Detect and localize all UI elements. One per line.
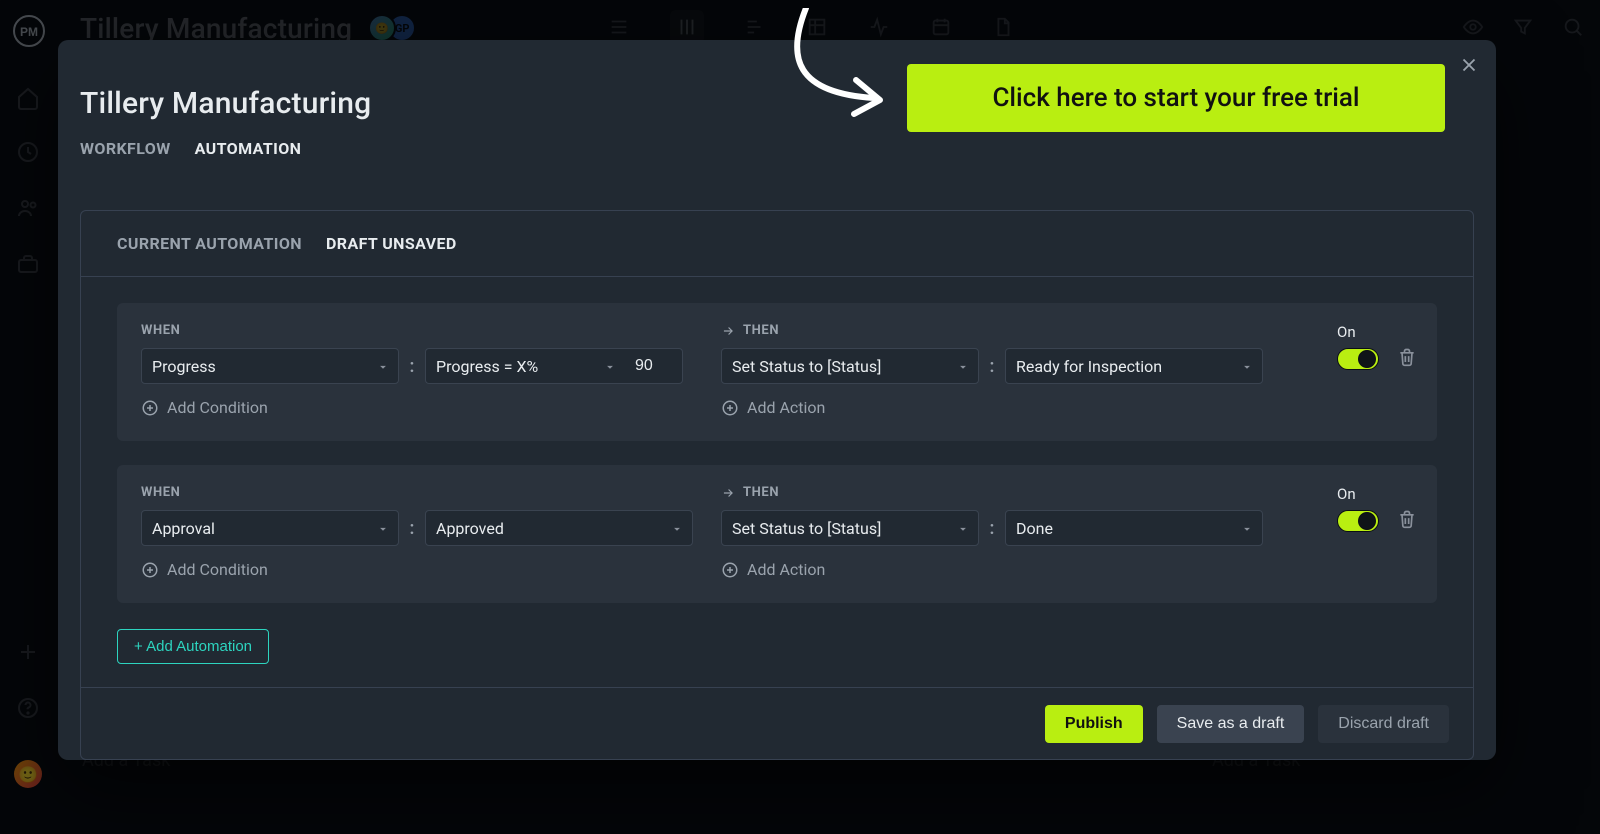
when-field-value: Approval <box>152 519 215 538</box>
then-action-value: Set Status to [Status] <box>732 357 881 376</box>
separator: : <box>407 356 417 377</box>
separator: : <box>407 518 417 539</box>
when-operator-value: Progress = X% <box>436 357 538 376</box>
add-action-button[interactable]: Add Action <box>721 398 1301 417</box>
automation-dialog: Tillery Manufacturing WORKFLOW AUTOMATIO… <box>58 40 1496 760</box>
automation-rule: WHEN Approval : Approved <box>117 465 1437 603</box>
enabled-toggle[interactable] <box>1337 348 1379 370</box>
chevron-down-icon <box>376 359 390 373</box>
tab-workflow[interactable]: WORKFLOW <box>80 139 171 158</box>
dialog-tabs: WORKFLOW AUTOMATION <box>80 139 1496 158</box>
then-value-select[interactable]: Done <box>1005 510 1263 546</box>
then-action-select[interactable]: Set Status to [Status] <box>721 348 979 384</box>
chevron-down-icon <box>1240 359 1254 373</box>
add-condition-button[interactable]: Add Condition <box>141 398 721 417</box>
add-condition-label: Add Condition <box>167 560 268 579</box>
close-icon[interactable] <box>1458 54 1480 76</box>
chevron-down-icon <box>1240 521 1254 535</box>
then-section-label: THEN <box>721 485 1301 500</box>
automation-panel: CURRENT AUTOMATION DRAFT UNSAVED WHEN Pr… <box>80 210 1474 760</box>
then-section-label: THEN <box>721 323 1301 338</box>
separator: : <box>987 518 997 539</box>
when-value-input[interactable] <box>625 348 683 384</box>
tab-automation[interactable]: AUTOMATION <box>195 139 302 158</box>
then-value-value: Done <box>1016 519 1053 538</box>
chevron-down-icon <box>670 521 684 535</box>
when-operator-select[interactable]: Approved <box>425 510 693 546</box>
delete-rule-button[interactable] <box>1397 347 1417 371</box>
delete-rule-button[interactable] <box>1397 509 1417 533</box>
chevron-down-icon <box>956 359 970 373</box>
discard-draft-button[interactable]: Discard draft <box>1318 705 1449 743</box>
panel-tabs: CURRENT AUTOMATION DRAFT UNSAVED <box>81 211 1473 277</box>
add-action-label: Add Action <box>747 560 825 579</box>
add-automation-button[interactable]: + Add Automation <box>117 629 269 664</box>
when-section-label: WHEN <box>141 485 721 500</box>
add-action-button[interactable]: Add Action <box>721 560 1301 579</box>
add-condition-button[interactable]: Add Condition <box>141 560 721 579</box>
save-draft-button[interactable]: Save as a draft <box>1157 705 1305 743</box>
chevron-down-icon <box>603 359 617 373</box>
chevron-down-icon <box>956 521 970 535</box>
when-operator-select[interactable]: Progress = X% <box>425 348 625 384</box>
chevron-down-icon <box>376 521 390 535</box>
panel-footer: Publish Save as a draft Discard draft <box>81 687 1473 759</box>
start-free-trial-cta[interactable]: Click here to start your free trial <box>907 64 1445 132</box>
arrow-right-icon <box>721 486 735 500</box>
when-section-label: WHEN <box>141 323 721 338</box>
plus-circle-icon <box>721 561 739 579</box>
arrow-right-icon <box>721 324 735 338</box>
plus-circle-icon <box>141 399 159 417</box>
when-field-select[interactable]: Approval <box>141 510 399 546</box>
enabled-toggle[interactable] <box>1337 510 1379 532</box>
separator: : <box>987 356 997 377</box>
automation-rule: WHEN Progress : Progress = X% <box>117 303 1437 441</box>
when-operator-value: Approved <box>436 519 504 538</box>
plus-circle-icon <box>721 399 739 417</box>
when-field-select[interactable]: Progress <box>141 348 399 384</box>
when-field-value: Progress <box>152 357 216 376</box>
then-value-select[interactable]: Ready for Inspection <box>1005 348 1263 384</box>
then-action-value: Set Status to [Status] <box>732 519 881 538</box>
tab-draft-unsaved[interactable]: DRAFT UNSAVED <box>326 234 457 253</box>
tab-current-automation[interactable]: CURRENT AUTOMATION <box>117 234 302 253</box>
add-action-label: Add Action <box>747 398 825 417</box>
then-value-value: Ready for Inspection <box>1016 357 1162 376</box>
publish-button[interactable]: Publish <box>1045 705 1143 743</box>
plus-circle-icon <box>141 561 159 579</box>
toggle-label: On <box>1337 323 1356 341</box>
add-condition-label: Add Condition <box>167 398 268 417</box>
then-action-select[interactable]: Set Status to [Status] <box>721 510 979 546</box>
toggle-label: On <box>1337 485 1356 503</box>
